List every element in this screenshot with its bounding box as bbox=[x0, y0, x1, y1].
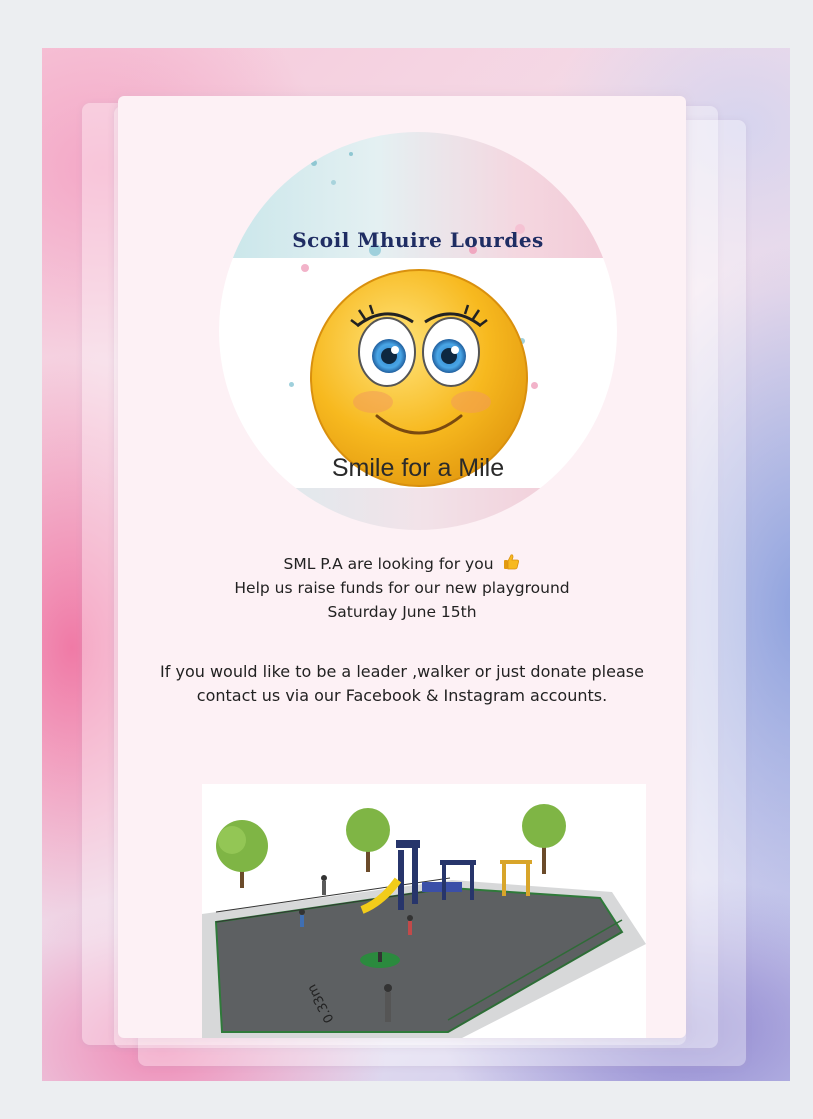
school-logo: Scoil Mhuire Lourdes Smile for a Mile bbox=[219, 132, 617, 530]
decor-dot bbox=[311, 160, 317, 166]
logo-bottom-band bbox=[219, 488, 617, 530]
intro-line-1: SML P.A are looking for you bbox=[118, 552, 686, 576]
cta-line-1: If you would like to be a leader ,walker… bbox=[160, 662, 644, 681]
school-name: Scoil Mhuire Lourdes bbox=[292, 228, 544, 252]
playground-image: 0.33m bbox=[202, 784, 646, 1038]
flyer-card: Scoil Mhuire Lourdes Smile for a Mile SM… bbox=[118, 96, 686, 1038]
decor-dot bbox=[349, 152, 353, 156]
cta-line-2: contact us via our Facebook & Instagram … bbox=[196, 686, 608, 705]
thumbs-up-emoji-icon bbox=[504, 554, 520, 570]
decor-dot bbox=[289, 382, 294, 387]
poster-background: Scoil Mhuire Lourdes Smile for a Mile SM… bbox=[42, 48, 790, 1081]
intro-line-2: Help us raise funds for our new playgrou… bbox=[234, 579, 570, 597]
call-to-action-text: If you would like to be a leader ,walker… bbox=[118, 660, 686, 708]
decor-dot bbox=[331, 180, 336, 185]
playground-illustration: 0.33m bbox=[202, 804, 646, 1038]
event-title: Smile for a Mile bbox=[331, 454, 505, 482]
intro-text: SML P.A are looking for you Help us rais… bbox=[118, 552, 686, 624]
intro-line-1-text: SML P.A are looking for you bbox=[283, 555, 494, 573]
intro-line-3: Saturday June 15th bbox=[327, 603, 477, 621]
